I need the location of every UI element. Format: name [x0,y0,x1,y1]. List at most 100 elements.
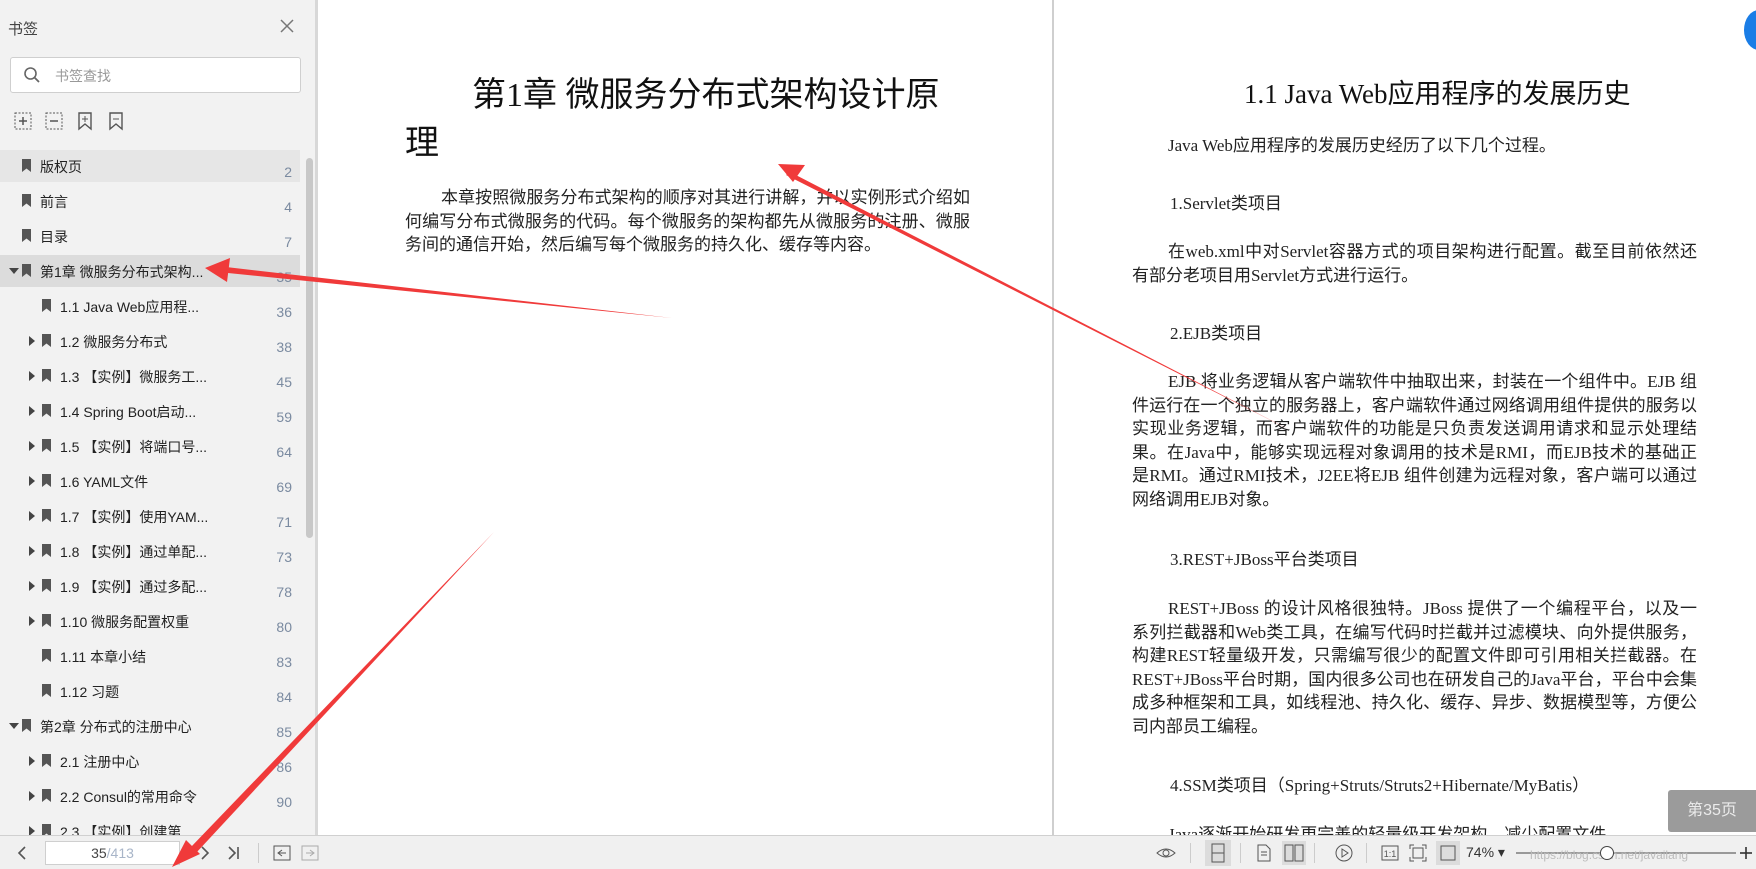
bookmark-icon [42,824,51,835]
bookmark-icon [42,509,51,522]
bookmark-page-number: 35 [276,269,292,285]
scrollbar-thumb[interactable] [306,158,313,538]
bookmark-item[interactable]: 目录 7 [0,220,300,252]
collapse-all-icon[interactable] [44,111,64,131]
previous-page-icon[interactable] [12,843,32,863]
bookmark-page-number: 38 [276,339,292,355]
bookmark-icon [42,439,51,452]
bookmark-icon [42,369,51,382]
bookmark-label: 1.7 【实例】使用YAM... [60,509,209,525]
last-page-icon[interactable] [223,843,243,863]
bookmark-page-number: 85 [276,724,292,740]
dual-page-icon[interactable] [1282,841,1306,865]
expand-arrow-icon[interactable] [29,546,35,556]
expand-all-icon[interactable] [13,111,33,131]
read-mode-icon[interactable] [1156,843,1176,863]
collapse-arrow-icon[interactable] [9,723,19,729]
toolbar-separator [1190,843,1191,863]
bookmark-icon [42,684,51,697]
bookmark-page-number: 73 [276,549,292,565]
bookmark-label: 第2章 分布式的注册中心 [40,719,192,735]
bookmark-item[interactable]: 1.12 习题 84 [0,675,300,707]
bookmark-item[interactable]: 2.1 注册中心 86 [0,745,300,777]
bookmark-item[interactable]: 2.3 【实例】创建第... [0,815,300,835]
expand-arrow-icon[interactable] [29,371,35,381]
page-number-input[interactable]: 35/413 [45,841,180,865]
expand-arrow-icon[interactable] [29,581,35,591]
toolbar-separator [1314,843,1315,863]
expand-arrow-icon[interactable] [29,511,35,521]
add-bookmark-icon[interactable] [75,111,95,131]
bookmark-icon [42,544,51,557]
bookmark-item[interactable]: 1.10 微服务配置权重 80 [0,605,300,637]
fit-page-icon[interactable] [1408,843,1428,863]
sidebar-scrollbar[interactable] [304,150,314,830]
play-icon[interactable] [1334,843,1354,863]
subsection-body: REST+JBoss 的设计风格很独特。JBoss 提供了一个编程平台，以及一系… [1132,599,1697,736]
bookmark-item[interactable]: 1.2 微服务分布式 38 [0,325,300,357]
subsection-heading: 1.Servlet类项目 [1170,194,1282,213]
bookmark-item[interactable]: 1.6 YAML文件 69 [0,465,300,497]
bookmark-label: 前言 [40,194,68,210]
current-page: 35 [91,845,107,861]
bookmark-page-number: 45 [276,374,292,390]
bookmark-page-number: 2 [284,164,292,180]
forward-icon[interactable] [300,843,320,863]
bookmark-item[interactable]: 第1章 微服务分布式架构... 35 [0,255,300,287]
continuous-scroll-icon[interactable] [1205,840,1231,866]
expand-arrow-icon[interactable] [29,441,35,451]
bookmark-icon [42,299,51,312]
bookmark-page-number: 69 [276,479,292,495]
bookmark-item[interactable]: 第2章 分布式的注册中心 85 [0,710,300,742]
expand-arrow-icon[interactable] [29,616,35,626]
zoom-slider-thumb[interactable] [1600,846,1614,860]
expand-arrow-icon[interactable] [29,756,35,766]
subsection-heading: 2.EJB类项目 [1170,324,1263,343]
bookmark-item[interactable]: 1.4 Spring Boot启动... 59 [0,395,300,427]
remove-bookmark-icon[interactable] [106,111,126,131]
single-page-icon[interactable] [1254,843,1274,863]
bookmark-label: 1.2 微服务分布式 [60,334,168,350]
bookmark-label: 1.5 【实例】将端口号... [60,439,208,455]
bookmark-icon [42,614,51,627]
sidebar-title: 书签 [8,21,39,38]
section-intro: Java Web应用程序的发展历史经历了以下几个过程。 [1168,136,1556,155]
bookmark-search-input[interactable] [53,64,292,88]
bookmark-item[interactable]: 版权页 2 [0,150,300,182]
bookmark-item[interactable]: 2.2 Consul的常用命令 90 [0,780,300,812]
bookmark-label: 1.8 【实例】通过单配... [60,544,208,560]
bookmark-icon [42,474,51,487]
bookmark-page-number: 80 [276,619,292,635]
bookmark-page-number: 64 [276,444,292,460]
bookmark-item[interactable]: 1.3 【实例】微服务工... 45 [0,360,300,392]
total-pages: /413 [106,845,134,861]
next-page-icon[interactable] [195,843,215,863]
bookmark-item[interactable]: 1.8 【实例】通过单配... 73 [0,535,300,567]
fit-width-icon[interactable] [1436,841,1460,865]
subsection-heading: 3.REST+JBoss平台类项目 [1170,550,1359,569]
bookmark-item[interactable]: 前言 4 [0,185,300,217]
bookmark-icon [22,194,31,207]
bookmark-item[interactable]: 1.7 【实例】使用YAM... 71 [0,500,300,532]
close-icon[interactable] [277,16,297,36]
bookmark-item[interactable]: 1.9 【实例】通过多配... 78 [0,570,300,602]
bookmark-item[interactable]: 1.1 Java Web应用程... 36 [0,290,300,322]
bookmark-icon [42,789,51,802]
actual-size-icon[interactable]: 1:1 [1380,843,1400,863]
expand-arrow-icon[interactable] [29,791,35,801]
bookmark-item[interactable]: 1.11 本章小结 83 [0,640,300,672]
bookmark-icon [22,159,31,172]
expand-arrow-icon[interactable] [29,476,35,486]
bookmark-search-box[interactable] [10,57,301,93]
zoom-level[interactable]: 74% ▾ [1466,844,1505,861]
expand-arrow-icon[interactable] [29,826,35,835]
document-page-left: 第1章 微服务分布式架构设计原理 本章按照微服务分布式架构的顺序对其进行讲解，并… [320,0,1050,835]
bookmark-item[interactable]: 1.5 【实例】将端口号... 64 [0,430,300,462]
collapse-arrow-icon[interactable] [9,268,19,274]
back-icon[interactable] [272,843,292,863]
subsection-body: EJB 将业务逻辑从客户端软件中抽取出来，封装在一个组件中。EJB 组件运行在一… [1132,372,1697,509]
expand-arrow-icon[interactable] [29,406,35,416]
zoom-in-icon[interactable] [1736,843,1756,863]
bookmark-icon [42,649,51,662]
expand-arrow-icon[interactable] [29,336,35,346]
